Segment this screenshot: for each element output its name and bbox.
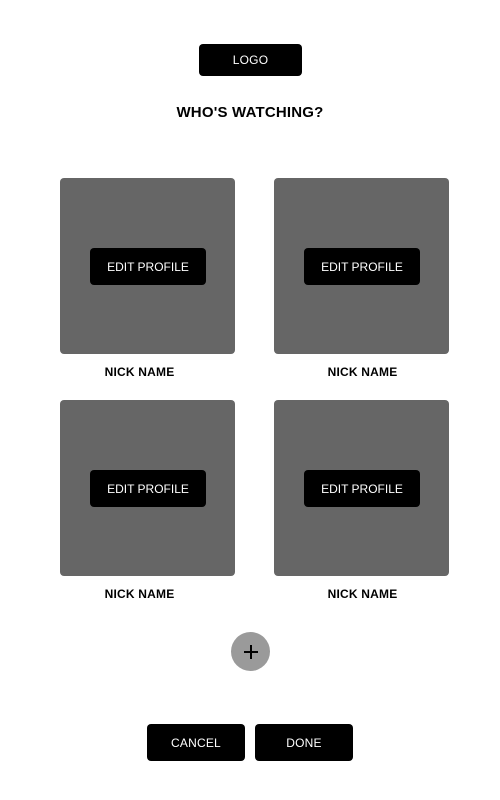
add-profile-button[interactable]	[231, 632, 270, 671]
profile-card[interactable]: EDIT PROFILE	[60, 400, 235, 576]
profile-nick-name: NICK NAME	[104, 365, 175, 379]
page-title: WHO'S WATCHING?	[176, 104, 324, 121]
profile-nick-name: NICK NAME	[327, 365, 398, 379]
edit-profile-button[interactable]: EDIT PROFILE	[90, 470, 206, 507]
edit-profile-button[interactable]: EDIT PROFILE	[304, 248, 420, 285]
profile-card[interactable]: EDIT PROFILE	[60, 178, 235, 354]
plus-icon	[243, 644, 258, 659]
logo: LOGO	[199, 44, 302, 76]
profile-nick-name: NICK NAME	[104, 587, 175, 601]
edit-profile-button[interactable]: EDIT PROFILE	[304, 470, 420, 507]
profile-card[interactable]: EDIT PROFILE	[274, 400, 449, 576]
profile-nick-name: NICK NAME	[327, 587, 398, 601]
profile-card[interactable]: EDIT PROFILE	[274, 178, 449, 354]
cancel-button[interactable]: CANCEL	[147, 724, 245, 761]
edit-profile-button[interactable]: EDIT PROFILE	[90, 248, 206, 285]
done-button[interactable]: DONE	[255, 724, 353, 761]
